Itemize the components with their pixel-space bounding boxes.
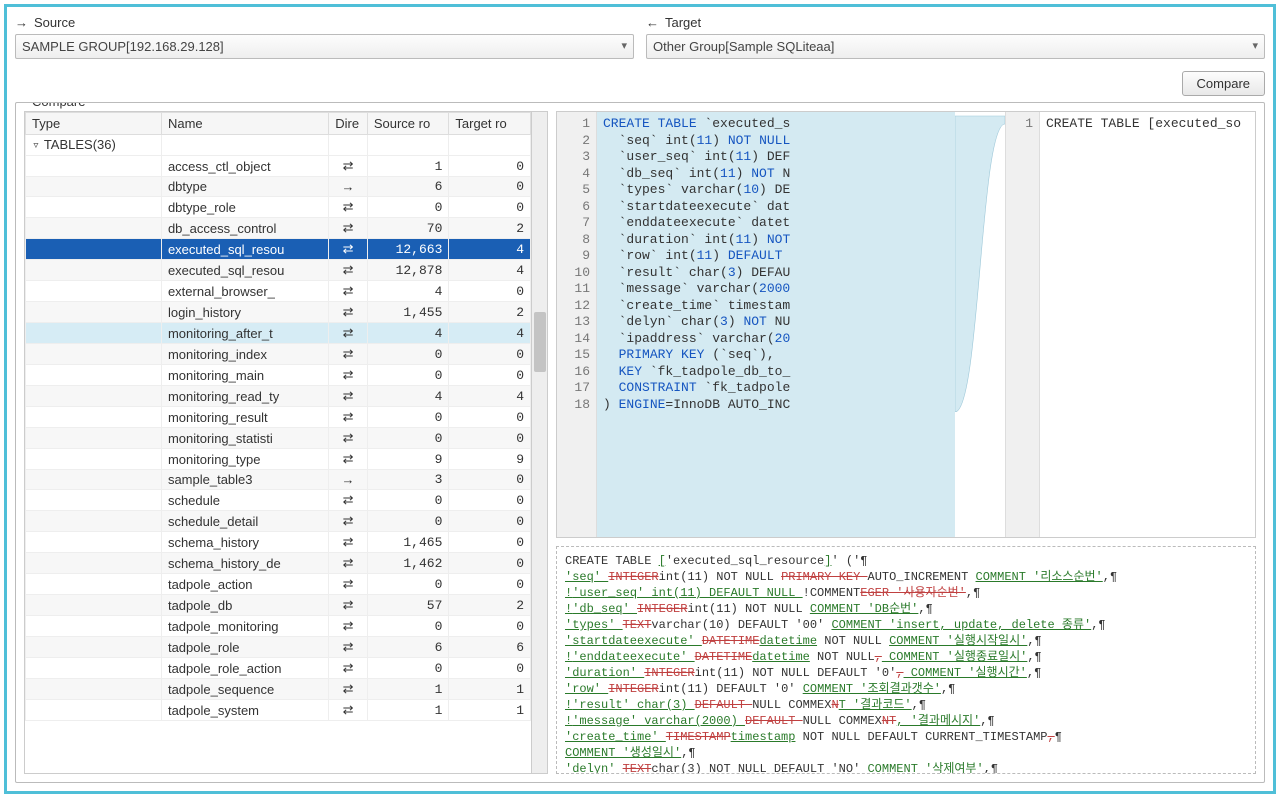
table-row[interactable]: monitoring_statisti⇄00 [26, 428, 531, 449]
table-row[interactable]: schedule_detail⇄00 [26, 511, 531, 532]
col-header-type[interactable]: Type [26, 113, 162, 135]
app-root: → Source SAMPLE GROUP[192.168.29.128] ← … [4, 4, 1276, 794]
table-row[interactable]: external_browser_⇄40 [26, 281, 531, 302]
right-gutter: 1 [1006, 112, 1040, 537]
table-row[interactable]: access_ctl_object⇄10 [26, 156, 531, 177]
table-row[interactable]: schedule⇄00 [26, 490, 531, 511]
connection-row: → Source SAMPLE GROUP[192.168.29.128] ← … [15, 15, 1265, 59]
table-row[interactable]: tadpole_sequence⇄11 [26, 679, 531, 700]
compare-panel: Compare Type Name Dire Source ro Target … [15, 102, 1265, 783]
table-row[interactable]: dbtype→60 [26, 177, 531, 197]
table-row[interactable]: db_access_control⇄702 [26, 218, 531, 239]
table-row[interactable]: executed_sql_resou⇄12,6634 [26, 239, 531, 260]
table-row[interactable]: executed_sql_resou⇄12,8784 [26, 260, 531, 281]
col-header-name[interactable]: Name [161, 113, 328, 135]
table-row[interactable]: tadpole_action⇄00 [26, 574, 531, 595]
table-row[interactable]: monitoring_result⇄00 [26, 407, 531, 428]
diff-connector: → ← [955, 112, 1005, 537]
table-row[interactable]: tadpole_role⇄66 [26, 637, 531, 658]
table-row[interactable]: login_history⇄1,4552 [26, 302, 531, 323]
col-header-target-rows[interactable]: Target ro [449, 113, 531, 135]
object-table: Type Name Dire Source ro Target ro ▿TABL… [25, 112, 531, 721]
table-row[interactable]: tadpole_monitoring⇄00 [26, 616, 531, 637]
table-row[interactable]: sample_table3→30 [26, 470, 531, 490]
table-row[interactable]: monitoring_type⇄99 [26, 449, 531, 470]
table-row[interactable]: schema_history⇄1,4650 [26, 532, 531, 553]
right-sql-editor[interactable]: CREATE TABLE [executed_so [1040, 112, 1255, 537]
target-dropdown[interactable]: Other Group[Sample SQLiteaa] [646, 34, 1265, 59]
compare-panel-title: Compare [28, 102, 89, 109]
arrow-right-icon: → [15, 15, 28, 30]
tree-root-row[interactable]: ▿TABLES(36) [26, 135, 531, 156]
table-row[interactable]: monitoring_main⇄00 [26, 365, 531, 386]
target-label: Target [665, 15, 701, 30]
source-label: Source [34, 15, 75, 30]
source-dropdown[interactable]: SAMPLE GROUP[192.168.29.128] [15, 34, 634, 59]
table-row[interactable]: schema_history_de⇄1,4620 [26, 553, 531, 574]
compare-button[interactable]: Compare [1182, 71, 1265, 96]
left-gutter: 123456789101112131415161718 [557, 112, 597, 537]
table-row[interactable]: dbtype_role⇄00 [26, 197, 531, 218]
table-row[interactable]: tadpole_db⇄572 [26, 595, 531, 616]
target-section: ← Target Other Group[Sample SQLiteaa] [646, 15, 1265, 59]
object-table-panel: Type Name Dire Source ro Target ro ▿TABL… [24, 111, 548, 774]
sql-side-by-side: 123456789101112131415161718 CREATE TABLE… [556, 111, 1256, 538]
source-section: → Source SAMPLE GROUP[192.168.29.128] [15, 15, 634, 59]
table-row[interactable]: monitoring_after_t⇄44 [26, 323, 531, 344]
table-row[interactable]: tadpole_role_action⇄00 [26, 658, 531, 679]
merged-diff-view[interactable]: CREATE TABLE ['executed_sql_resource]' (… [556, 546, 1256, 774]
col-header-source-rows[interactable]: Source ro [367, 113, 449, 135]
table-row[interactable]: monitoring_index⇄00 [26, 344, 531, 365]
arrow-left-icon: ← [646, 15, 659, 30]
table-scrollbar[interactable] [531, 112, 547, 773]
table-row[interactable]: tadpole_system⇄11 [26, 700, 531, 721]
left-sql-editor[interactable]: CREATE TABLE `executed_s `seq` int(11) N… [597, 112, 955, 537]
diff-panel: 123456789101112131415161718 CREATE TABLE… [556, 111, 1256, 774]
col-header-direction[interactable]: Dire [329, 113, 368, 135]
scrollbar-thumb[interactable] [534, 312, 546, 372]
table-row[interactable]: monitoring_read_ty⇄44 [26, 386, 531, 407]
